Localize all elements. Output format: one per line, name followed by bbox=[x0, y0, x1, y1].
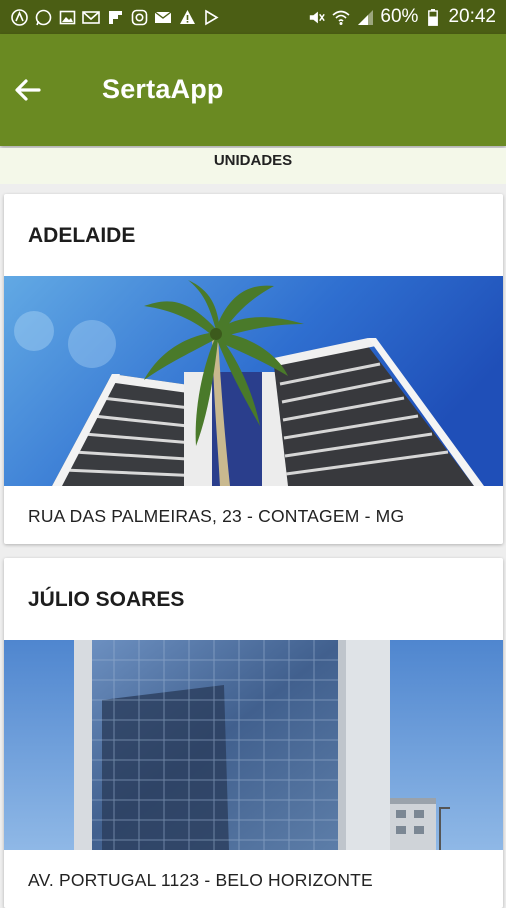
unit-address: RUA DAS PALMEIRAS, 23 - CONTAGEM - MG bbox=[28, 506, 405, 526]
battery-icon bbox=[424, 8, 442, 26]
signal-icon bbox=[356, 8, 374, 26]
wifi-icon bbox=[332, 8, 350, 26]
notification-icons bbox=[10, 8, 220, 26]
image-icon bbox=[58, 8, 76, 26]
flipboard-icon bbox=[106, 8, 124, 26]
unit-photo bbox=[4, 640, 503, 850]
play-icon bbox=[202, 8, 220, 26]
section-header: UNIDADES bbox=[0, 148, 506, 184]
status-bar: 60% 20:42 bbox=[0, 0, 506, 34]
app-bar: SertaApp bbox=[0, 34, 506, 146]
system-status: 60% 20:42 bbox=[308, 6, 496, 28]
gmail-icon bbox=[82, 8, 100, 26]
instagram-icon bbox=[130, 8, 148, 26]
unit-address: AV. PORTUGAL 1123 - BELO HORIZONTE bbox=[28, 870, 373, 890]
email-icon bbox=[154, 8, 172, 26]
whatsapp-icon bbox=[34, 8, 52, 26]
app-title: SertaApp bbox=[102, 74, 224, 104]
app-icon bbox=[10, 8, 28, 26]
unit-name: ADELAIDE bbox=[28, 224, 136, 247]
mute-icon bbox=[308, 8, 326, 26]
back-button[interactable] bbox=[10, 72, 46, 108]
unit-photo bbox=[4, 276, 503, 486]
arrow-left-icon bbox=[15, 79, 41, 101]
clock: 20:42 bbox=[448, 6, 496, 27]
battery-percentage: 60% bbox=[380, 6, 419, 27]
unit-card[interactable]: ADELAIDE RUA DAS PALMEIRAS, 23 - CONTAGE… bbox=[4, 194, 503, 544]
warning-icon bbox=[178, 8, 196, 26]
unit-card[interactable]: JÚLIO SOARES AV. PORTUGAL 1123 - BELO HO… bbox=[4, 558, 503, 908]
unit-name: JÚLIO SOARES bbox=[28, 588, 185, 611]
